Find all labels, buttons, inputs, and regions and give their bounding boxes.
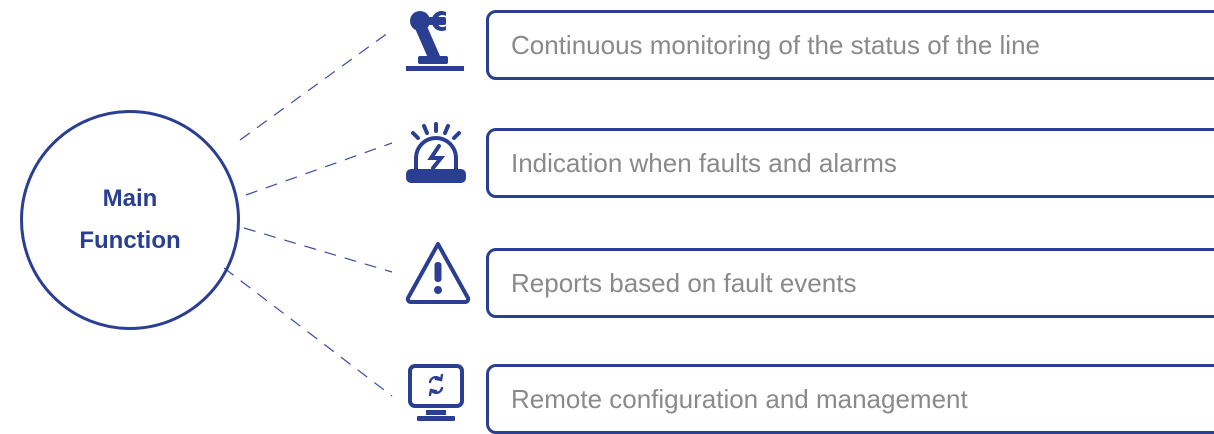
function-item-remote-config: Remote configuration and management <box>486 364 1214 434</box>
connector-line-2 <box>245 142 393 196</box>
connector-line-3 <box>243 227 393 273</box>
function-item-monitoring: Continuous monitoring of the status of t… <box>486 10 1214 80</box>
connector-line-1 <box>239 29 393 141</box>
function-item-label: Reports based on fault events <box>511 267 857 298</box>
warning-triangle-icon <box>405 242 471 304</box>
hub-title-line1: Main <box>102 185 158 212</box>
alarm-siren-icon <box>406 122 466 183</box>
function-item-fault-indication: Indication when faults and alarms <box>486 128 1214 198</box>
function-item-fault-reports: Reports based on fault events <box>486 248 1214 318</box>
connector-line-4 <box>223 267 393 397</box>
monitor-refresh-icon <box>408 364 464 421</box>
hub-title-line2: Function <box>79 227 181 254</box>
robot-arm-icon <box>406 11 464 71</box>
function-item-label: Indication when faults and alarms <box>511 147 897 178</box>
main-function-hub: Main Function <box>20 110 240 330</box>
function-item-label: Continuous monitoring of the status of t… <box>511 29 1040 60</box>
function-item-label: Remote configuration and management <box>511 383 968 414</box>
